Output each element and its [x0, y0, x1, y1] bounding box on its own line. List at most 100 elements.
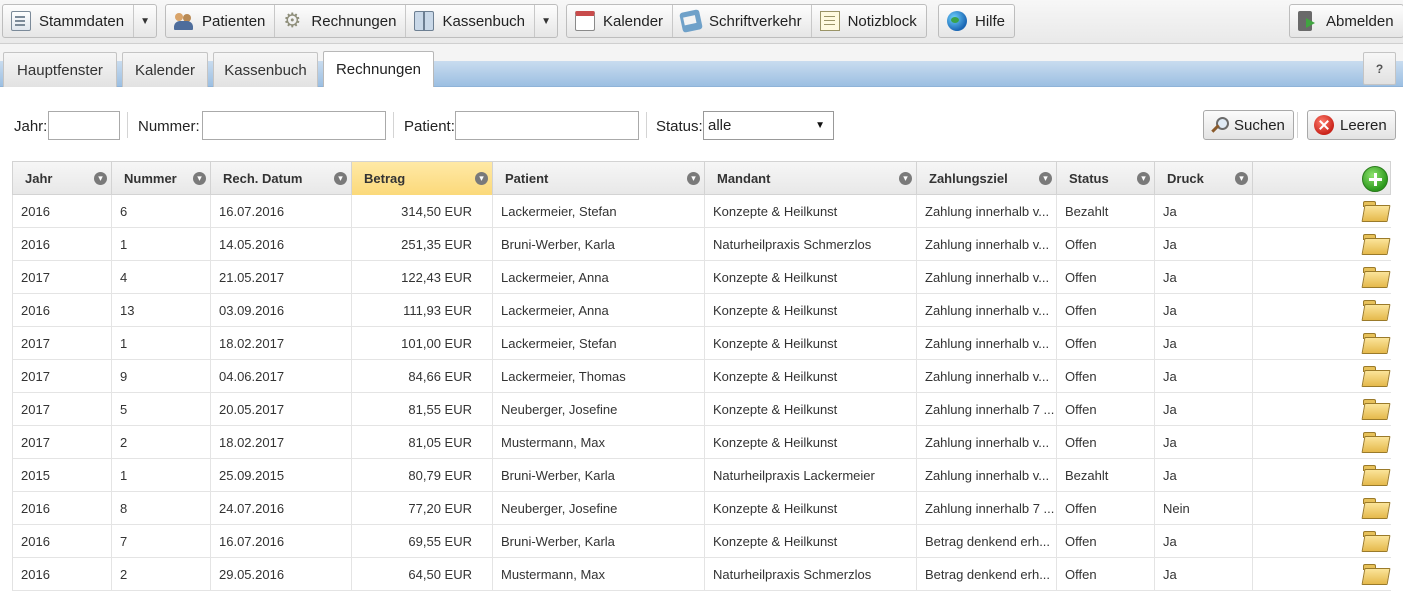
- cell-jahr: 2017: [13, 360, 112, 392]
- column-header-nummer[interactable]: Nummer ▾: [112, 162, 211, 195]
- table-row[interactable]: 2016 7 16.07.2016 69,55 EUR Bruni-Werber, Ka…: [12, 525, 1391, 558]
- cell-druck: Ja: [1155, 525, 1253, 557]
- cell-zahlungsziel: Zahlung innerhalb 7 ...: [917, 492, 1057, 524]
- cell-betrag: 64,50 EUR: [352, 558, 493, 590]
- column-header-status[interactable]: Status ▾: [1057, 162, 1155, 195]
- column-header-label: Druck: [1167, 171, 1204, 186]
- search-button[interactable]: Suchen: [1203, 110, 1294, 140]
- column-menu-icon[interactable]: ▾: [1235, 172, 1248, 185]
- add-invoice-icon[interactable]: [1362, 166, 1388, 192]
- notizblock-button[interactable]: Notizblock: [812, 5, 926, 37]
- table-row[interactable]: 2015 1 25.09.2015 80,79 EUR Bruni-Werber, Ka…: [12, 459, 1391, 492]
- nummer-input[interactable]: [202, 111, 386, 140]
- hilfe-label: Hilfe: [975, 12, 1006, 30]
- open-folder-icon[interactable]: [1362, 266, 1389, 288]
- filter-separator: [1297, 112, 1298, 138]
- column-menu-icon[interactable]: ▾: [899, 172, 912, 185]
- globe-icon: [947, 11, 967, 31]
- open-folder-icon[interactable]: [1362, 365, 1389, 387]
- cell-betrag: 314,50 EUR: [352, 195, 493, 227]
- column-menu-icon[interactable]: ▾: [94, 172, 107, 185]
- patient-input[interactable]: [455, 111, 639, 140]
- notepad-icon: [819, 11, 840, 31]
- open-folder-icon[interactable]: [1362, 530, 1389, 552]
- abmelden-button[interactable]: Abmelden: [1290, 5, 1403, 37]
- column-header-druck[interactable]: Druck ▾: [1155, 162, 1253, 195]
- logout-group: Abmelden: [1289, 4, 1403, 38]
- kalender-button[interactable]: Kalender: [567, 5, 674, 37]
- hilfe-button[interactable]: Hilfe: [939, 5, 1014, 37]
- table-row[interactable]: 2016 2 29.05.2016 64,50 EUR Mustermann, Max N…: [12, 558, 1391, 591]
- column-header-rech-datum[interactable]: Rech. Datum ▾: [211, 162, 352, 195]
- cell-jahr: 2015: [13, 459, 112, 491]
- open-folder-icon[interactable]: [1362, 200, 1389, 222]
- cell-mandant: Naturheilpraxis Schmerzlos: [705, 228, 917, 260]
- cell-zahlungsziel: Zahlung innerhalb v...: [917, 459, 1057, 491]
- jahr-input[interactable]: [48, 111, 120, 140]
- cell-nummer: 13: [112, 294, 211, 326]
- stammdaten-dropdown-button[interactable]: ▼: [134, 5, 156, 37]
- tab-rechnungen[interactable]: Rechnungen: [323, 51, 434, 87]
- table-row[interactable]: 2017 5 20.05.2017 81,55 EUR Neuberger, Josef…: [12, 393, 1391, 426]
- open-folder-icon[interactable]: [1362, 398, 1389, 420]
- patienten-button[interactable]: Patienten: [166, 5, 276, 37]
- cell-zahlungsziel: Betrag denkend erh...: [917, 558, 1057, 590]
- column-header-mandant[interactable]: Mandant ▾: [705, 162, 917, 195]
- column-header-patient[interactable]: Patient ▾: [493, 162, 705, 195]
- open-folder-icon[interactable]: [1362, 299, 1389, 321]
- tab-kalender[interactable]: Kalender: [122, 52, 208, 87]
- tab-hauptfenster[interactable]: Hauptfenster: [3, 52, 117, 87]
- table-row[interactable]: 2016 13 03.09.2016 111,93 EUR Lackermeier, A…: [12, 294, 1391, 327]
- tab-bar-strip: [0, 61, 1403, 87]
- table-row[interactable]: 2016 1 14.05.2016 251,35 EUR Bruni-Werber, K…: [12, 228, 1391, 261]
- open-folder-icon[interactable]: [1362, 431, 1389, 453]
- cell-patient: Mustermann, Max: [493, 558, 705, 590]
- cell-patient: Bruni-Werber, Karla: [493, 525, 705, 557]
- cell-mandant: Konzepte & Heilkunst: [705, 393, 917, 425]
- help-button[interactable]: ?: [1363, 52, 1396, 85]
- column-header-label: Nummer: [124, 171, 177, 186]
- open-folder-icon[interactable]: [1362, 563, 1389, 585]
- column-menu-icon[interactable]: ▾: [687, 172, 700, 185]
- open-folder-icon[interactable]: [1362, 332, 1389, 354]
- caret-down-icon: ▼: [541, 15, 551, 27]
- table-row[interactable]: 2017 4 21.05.2017 122,43 EUR Lackermeier, An…: [12, 261, 1391, 294]
- cell-status: Bezahlt: [1057, 195, 1155, 227]
- stammdaten-button[interactable]: Stammdaten: [3, 5, 135, 37]
- kassenbuch-dropdown-button[interactable]: ▼: [535, 5, 557, 37]
- cell-status: Offen: [1057, 558, 1155, 590]
- open-folder-icon[interactable]: [1362, 497, 1389, 519]
- table-row[interactable]: 2017 1 18.02.2017 101,00 EUR Lackermeier, St…: [12, 327, 1391, 360]
- table-row[interactable]: 2016 8 24.07.2016 77,20 EUR Neuberger, Josef…: [12, 492, 1391, 525]
- open-folder-icon[interactable]: [1362, 464, 1389, 486]
- schriftverkehr-button[interactable]: Schriftverkehr: [673, 5, 812, 37]
- rechnungen-button[interactable]: Rechnungen: [275, 5, 407, 37]
- column-menu-icon[interactable]: ▾: [334, 172, 347, 185]
- cell-druck: Ja: [1155, 327, 1253, 359]
- cell-zahlungsziel: Zahlung innerhalb v...: [917, 195, 1057, 227]
- table-row[interactable]: 2016 6 16.07.2016 314,50 EUR Lackermeier, St…: [12, 195, 1391, 228]
- column-menu-icon[interactable]: ▾: [1039, 172, 1052, 185]
- status-select[interactable]: alle ▼: [703, 111, 834, 140]
- filter-separator: [393, 112, 394, 138]
- table-row[interactable]: 2017 9 04.06.2017 84,66 EUR Lackermeier, Tho…: [12, 360, 1391, 393]
- cell-nummer: 6: [112, 195, 211, 227]
- column-header-jahr[interactable]: Jahr ▾: [13, 162, 112, 195]
- cell-rech-datum: 21.05.2017: [211, 261, 352, 293]
- cell-druck: Ja: [1155, 558, 1253, 590]
- cell-nummer: 1: [112, 459, 211, 491]
- clear-button[interactable]: Leeren: [1307, 110, 1396, 140]
- column-header-zahlungsziel[interactable]: Zahlungsziel ▾: [917, 162, 1057, 195]
- kassenbuch-button[interactable]: Kassenbuch: [406, 5, 536, 37]
- column-menu-icon[interactable]: ▾: [1137, 172, 1150, 185]
- column-menu-icon[interactable]: ▾: [475, 172, 488, 185]
- tab-kassenbuch[interactable]: Kassenbuch: [213, 52, 318, 87]
- cell-rech-datum: 16.07.2016: [211, 525, 352, 557]
- column-menu-icon[interactable]: ▾: [193, 172, 206, 185]
- open-folder-icon[interactable]: [1362, 233, 1389, 255]
- cell-zahlungsziel: Zahlung innerhalb v...: [917, 426, 1057, 458]
- column-header-betrag[interactable]: Betrag ▾: [352, 162, 493, 195]
- table-row[interactable]: 2017 2 18.02.2017 81,05 EUR Mustermann, Max K…: [12, 426, 1391, 459]
- cell-nummer: 7: [112, 525, 211, 557]
- cell-rech-datum: 16.07.2016: [211, 195, 352, 227]
